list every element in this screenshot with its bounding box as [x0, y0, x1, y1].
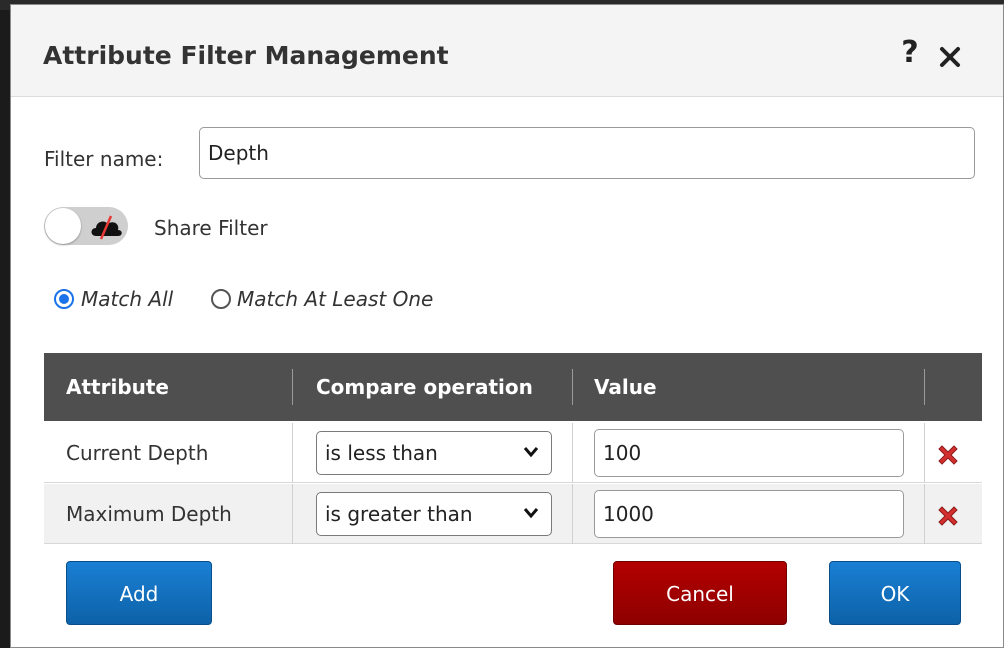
cell-divider — [924, 423, 925, 483]
attribute-table: Attribute Compare operation Value Curren… — [44, 353, 982, 544]
attribute-cell: Current Depth — [66, 441, 209, 465]
add-button[interactable]: Add — [66, 561, 212, 625]
match-all-radio[interactable] — [54, 289, 74, 309]
value-input[interactable] — [594, 490, 904, 538]
cell-divider — [924, 484, 925, 544]
match-at-least-one-radio[interactable] — [211, 289, 231, 309]
match-all-label: Match All — [81, 287, 174, 311]
column-divider — [572, 369, 573, 405]
help-icon[interactable]: ? — [895, 35, 925, 71]
select-value: is greater than — [325, 502, 473, 526]
cancel-button[interactable]: Cancel — [613, 561, 787, 625]
column-header-attribute: Attribute — [66, 375, 169, 399]
cell-divider — [572, 484, 573, 544]
ok-button[interactable]: OK — [829, 561, 961, 625]
column-divider — [924, 369, 925, 405]
close-icon[interactable] — [939, 46, 961, 68]
compare-operation-select[interactable]: is greater than — [316, 492, 552, 536]
compare-operation-select[interactable]: is less than — [316, 431, 552, 475]
table-row: Current Depth is less than — [44, 423, 982, 483]
cloud-off-icon — [91, 215, 122, 240]
chevron-down-icon — [523, 508, 539, 519]
select-value: is less than — [325, 441, 438, 465]
column-header-compare-operation: Compare operation — [316, 375, 533, 399]
table-row: Maximum Depth is greater than — [44, 484, 982, 544]
chevron-down-icon — [523, 447, 539, 458]
filter-name-input[interactable] — [199, 127, 975, 179]
attribute-filter-dialog: Attribute Filter Management ? Filter nam… — [10, 4, 1004, 648]
match-at-least-one-label: Match At Least One — [237, 287, 434, 311]
share-filter-label: Share Filter — [154, 216, 268, 240]
toggle-knob — [45, 208, 81, 244]
column-header-value: Value — [594, 375, 657, 399]
table-header: Attribute Compare operation Value — [44, 353, 982, 421]
value-input[interactable] — [594, 429, 904, 477]
delete-icon[interactable] — [936, 504, 960, 528]
dialog-titlebar: Attribute Filter Management ? — [11, 5, 1003, 97]
attribute-cell: Maximum Depth — [66, 502, 232, 526]
filter-name-label: Filter name: — [44, 147, 164, 171]
cell-divider — [292, 484, 293, 544]
cell-divider — [292, 423, 293, 483]
cell-divider — [572, 423, 573, 483]
column-divider — [292, 369, 293, 405]
dialog-title: Attribute Filter Management — [43, 41, 449, 70]
share-filter-toggle[interactable] — [44, 207, 128, 245]
delete-icon[interactable] — [936, 443, 960, 467]
